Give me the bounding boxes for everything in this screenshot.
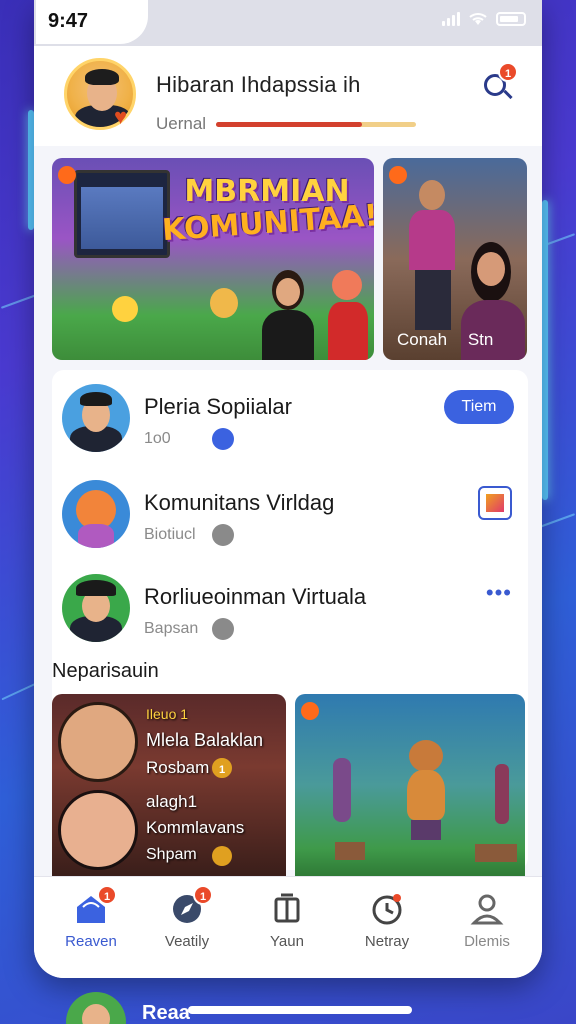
side-banner[interactable]: Conah Stn — [383, 158, 527, 360]
tile-subtitle: Rosbam — [146, 758, 210, 777]
list-item[interactable]: Pleria Sopiialar 1o0 Tiem — [52, 370, 528, 460]
list-item-subtitle: Bapsan — [144, 620, 199, 637]
tab-label: Yaun — [270, 933, 304, 950]
tab-badge: 1 — [193, 885, 213, 905]
list-item-subtitle: 1o0 — [144, 430, 171, 447]
tile-tag: Ileuo 1 — [146, 706, 189, 722]
list-item-title: Rorliueoinman Virtuala — [144, 584, 367, 609]
section-title: Neparisauin — [52, 660, 159, 682]
battery-icon — [496, 12, 526, 26]
tab-label: Dlemis — [464, 933, 510, 950]
featured-banner[interactable]: MBRMIAN KOMUNITAA! — [52, 158, 374, 360]
host-person — [260, 270, 316, 360]
tab-profile[interactable]: Dlemis — [442, 891, 532, 965]
bottom-tab-bar: 1 Reaven 1 Veatily Yaun Netray Dlemis — [34, 876, 542, 978]
home-indicator[interactable] — [188, 1006, 412, 1014]
list-item-avatar — [62, 480, 130, 548]
game-tile[interactable] — [295, 694, 525, 876]
tab-label: Netray — [364, 933, 410, 950]
list-item-avatar — [62, 384, 130, 452]
tile-title-3: Kommlavans — [146, 818, 245, 837]
tab-label: Reaven — [65, 933, 117, 950]
tab-label: Veatily — [164, 933, 210, 950]
list-item-title: Pleria Sopiialar — [144, 394, 292, 419]
background-glow-line — [536, 513, 576, 529]
side-accent — [542, 200, 548, 500]
tab-badge: 1 — [97, 885, 117, 905]
person-photo — [58, 790, 138, 870]
fox-mascot — [403, 740, 449, 840]
status-icons — [442, 12, 526, 26]
star-icon — [212, 846, 232, 866]
gallery-icon[interactable] — [478, 486, 512, 520]
profile-icon — [469, 891, 505, 927]
box-prop — [475, 844, 517, 862]
list-item-avatar — [62, 574, 130, 642]
tile-badge: 1 — [212, 758, 232, 778]
search-button[interactable]: 1 — [480, 62, 518, 102]
wifi-icon — [469, 13, 487, 25]
compass-icon: 1 — [169, 885, 213, 927]
player-figure — [495, 764, 509, 824]
fire-icon — [301, 702, 319, 720]
peek-avatar — [66, 992, 126, 1024]
player-figure — [333, 758, 351, 822]
tab-activity[interactable]: Netray — [342, 891, 432, 965]
status-time: 9:47 — [48, 10, 89, 32]
box-prop — [335, 842, 365, 860]
side-banner-caption: Conah Stn — [397, 330, 494, 349]
mascot-character — [324, 270, 370, 360]
header-title: Hibaran Ihdapssia ih — [156, 72, 361, 97]
tile-title-2: alagh1 — [146, 792, 198, 811]
tab-home[interactable]: 1 Reaven — [46, 885, 136, 965]
clock-icon — [369, 891, 405, 927]
search-icon-handle — [503, 89, 513, 100]
dancer-person — [401, 180, 465, 330]
tab-watch[interactable]: Yaun — [242, 891, 332, 965]
home-icon: 1 — [73, 885, 117, 927]
pin-icon — [212, 524, 234, 546]
tv-illustration — [74, 170, 170, 258]
level-progress-bar — [216, 122, 416, 127]
fire-icon — [58, 166, 76, 184]
list-item-title: Komunitans Virldag — [144, 490, 335, 515]
cartoon-character — [112, 296, 138, 322]
list-item-subtitle: Biotiucl — [144, 526, 196, 543]
pin-icon — [212, 618, 234, 640]
tv-icon — [269, 891, 305, 927]
search-notification-badge: 1 — [498, 62, 518, 82]
signal-icon — [442, 12, 460, 26]
event-tile[interactable]: Ileuo 1 Mlela Balaklan Rosbam 1 alagh1 K… — [52, 694, 286, 876]
tile-subtitle-2: Shpam — [146, 846, 197, 863]
list-item[interactable]: Komunitans Virldag Biotiucl — [52, 466, 528, 556]
more-options-icon[interactable]: ••• — [486, 580, 512, 606]
header-subtitle: Uernal — [156, 114, 207, 133]
follow-button[interactable]: Tiem — [444, 390, 514, 424]
person-photo — [58, 702, 138, 782]
tab-explore[interactable]: 1 Veatily — [142, 885, 232, 965]
heart-icon: ♥ — [114, 104, 128, 129]
cartoon-character — [210, 288, 238, 318]
list-item[interactable]: Rorliueoinman Virtuala Bapsan — [52, 560, 528, 650]
level-progress-fill — [216, 122, 362, 127]
peek-text: Reaa — [142, 1002, 190, 1024]
banner-title: MBRMIAN KOMUNITAA! — [161, 176, 374, 248]
tile-title: Mlela Balaklan — [146, 730, 264, 750]
verified-icon — [212, 428, 234, 450]
background-glow-line — [1, 681, 39, 701]
profile-header: ♥ Hibaran Ihdapssia ih Uernal 1 — [34, 46, 542, 146]
